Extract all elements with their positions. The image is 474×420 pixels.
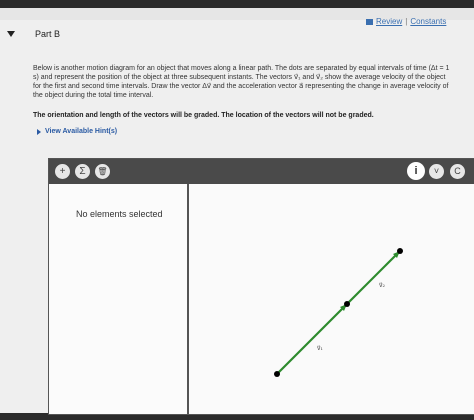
- problem-sheet: Review | Constants Part B Below is anoth…: [0, 8, 474, 415]
- drawing-canvas[interactable]: v⃗₁ v⃗₂: [189, 184, 474, 414]
- problem-description: Below is another motion diagram for an o…: [33, 65, 450, 99]
- header-links: Review | Constants: [366, 17, 446, 26]
- velocity-vector-2: [346, 250, 401, 305]
- chevron-down-icon[interactable]: ˅: [429, 164, 444, 179]
- info-icon[interactable]: i: [407, 162, 425, 180]
- collapse-triangle-icon[interactable]: [7, 31, 15, 37]
- review-link[interactable]: Review: [376, 17, 402, 26]
- position-dot-1: [274, 371, 280, 377]
- link-separator: |: [405, 17, 408, 26]
- velocity-label-2: v⃗₂: [379, 282, 386, 289]
- vector-sum-button[interactable]: Σ: [75, 164, 90, 179]
- drawing-toolbar: + Σ 🗑 i ˅ C: [49, 159, 474, 184]
- add-vector-button[interactable]: +: [55, 164, 70, 179]
- position-dot-3: [397, 248, 403, 254]
- review-icon: [366, 18, 373, 25]
- trash-icon[interactable]: 🗑: [95, 164, 110, 179]
- element-properties-pane: No elements selected: [49, 184, 189, 414]
- velocity-label-1: v⃗₁: [317, 345, 323, 352]
- motion-diagram: v⃗₁ v⃗₂: [274, 248, 403, 377]
- expand-triangle-icon: [37, 128, 41, 135]
- view-hints-label: View Available Hint(s): [45, 128, 118, 135]
- vector-drawing-tool: + Σ 🗑 i ˅ C No elements selected v⃗₁ v⃗₂: [48, 158, 474, 415]
- view-hints-link[interactable]: View Available Hint(s): [37, 128, 117, 135]
- velocity-vector-1: [276, 303, 348, 375]
- grading-note: The orientation and length of the vector…: [33, 112, 374, 119]
- position-dot-2: [344, 301, 350, 307]
- more-options-icon[interactable]: C: [450, 164, 465, 179]
- constants-link[interactable]: Constants: [410, 17, 446, 26]
- selection-status: No elements selected: [76, 209, 163, 219]
- part-title: Part B: [35, 29, 61, 39]
